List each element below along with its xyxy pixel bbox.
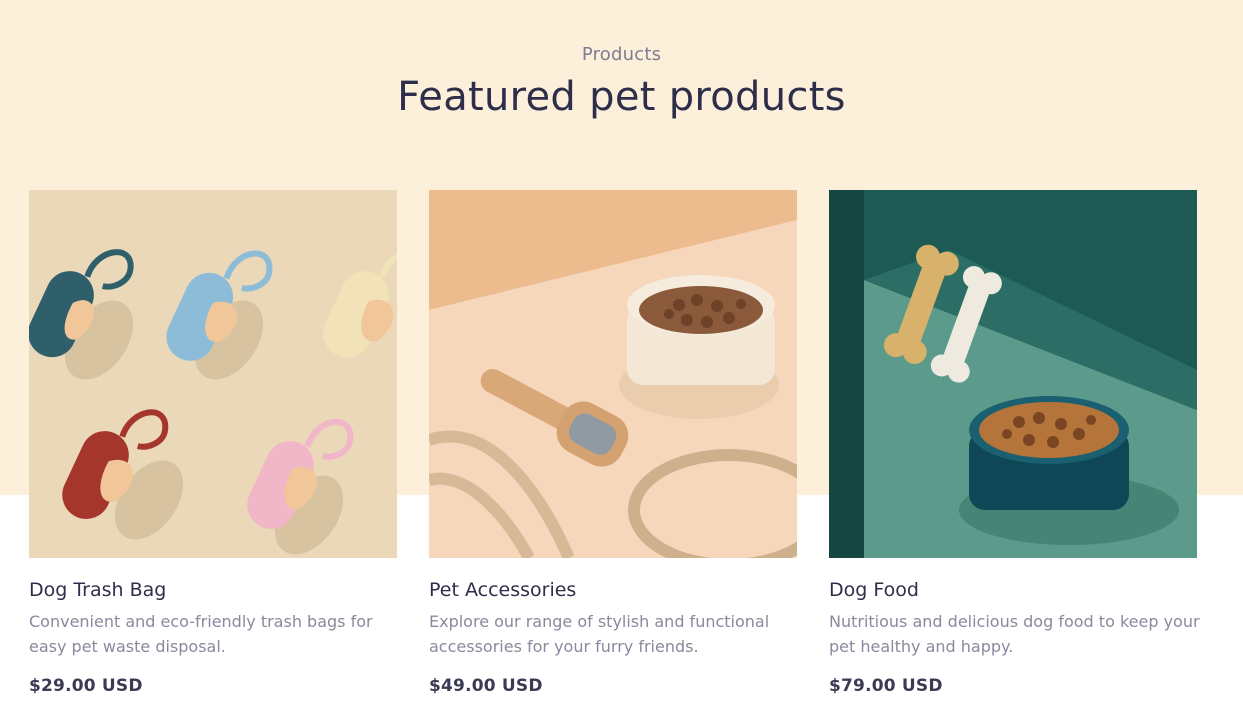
product-description: Explore our range of stylish and functio… (429, 612, 770, 656)
product-description: Nutritious and delicious dog food to kee… (829, 612, 1200, 656)
poop-bag-dispenser-icon (29, 190, 397, 558)
product-card[interactable]: Dog Food Nutritious and delicious dog fo… (829, 190, 1200, 696)
product-price: $79.00 USD (829, 676, 943, 696)
product-price: $29.00 USD (29, 676, 143, 696)
product-image-dog-trash-bag[interactable] (29, 190, 397, 558)
product-image-dog-food[interactable] (829, 190, 1197, 558)
product-title[interactable]: Pet Accessories (429, 577, 797, 603)
product-card[interactable]: Pet Accessories Explore our range of sty… (429, 190, 797, 696)
dog-food-bowl-bones-icon (829, 190, 1197, 558)
section-eyebrow: Products (581, 44, 662, 65)
section-title: Featured pet products (397, 74, 846, 120)
product-title[interactable]: Dog Food (829, 577, 1197, 603)
pet-bowl-brush-leash-icon (429, 190, 797, 558)
product-description: Convenient and eco-friendly trash bags f… (29, 612, 373, 656)
product-card[interactable]: Dog Trash Bag Convenient and eco-friendl… (29, 190, 397, 696)
product-price: $49.00 USD (429, 676, 543, 696)
product-title[interactable]: Dog Trash Bag (29, 577, 397, 603)
product-image-pet-accessories[interactable] (429, 190, 797, 558)
